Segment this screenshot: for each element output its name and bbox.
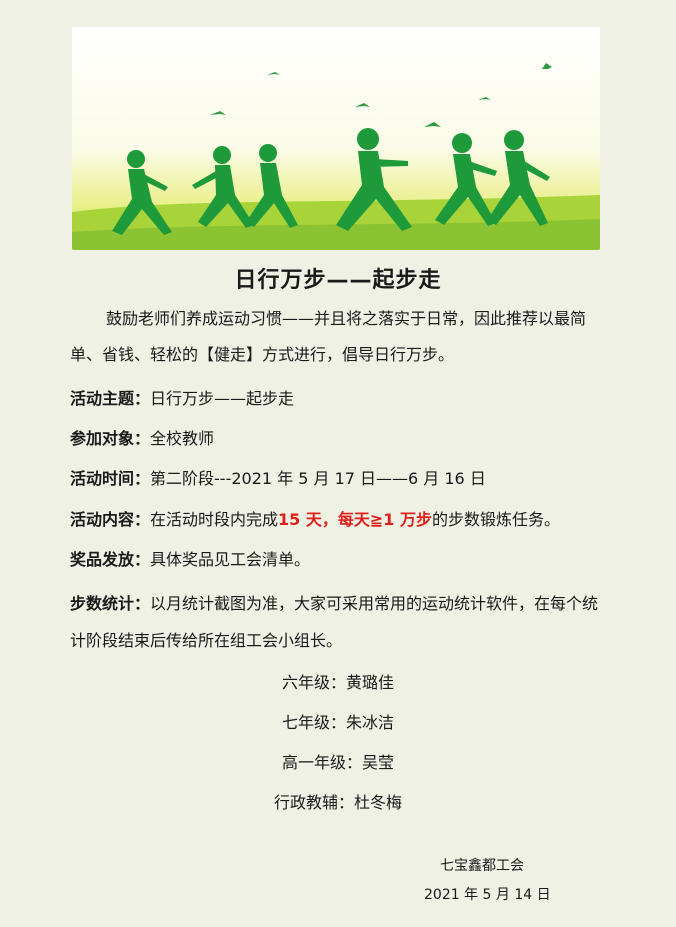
item-value-after: 的步数锻炼任务。 <box>431 510 560 529</box>
contact-grade7: 七年级：朱冰洁 <box>281 713 394 732</box>
item-label: 奖品发放： <box>70 550 151 569</box>
contact-grade6: 六年级：黄璐佳 <box>281 673 394 692</box>
signature-org: 七宝鑫都工会 <box>440 858 524 874</box>
item-label: 活动时间： <box>70 469 151 488</box>
item-value-before: 在活动时段内完成 <box>150 510 279 529</box>
item-value: 具体奖品见工会清单。 <box>150 550 311 569</box>
intro-paragraph: 鼓励老师们养成运动习惯——并且将之落实于日常，因此推荐以最简单、省钱、轻松的【健… <box>70 309 587 364</box>
item-value: 日行万步——起步走 <box>150 389 295 408</box>
contact-grade10: 高一年级：吴莹 <box>281 753 394 772</box>
item-label: 步数统计： <box>70 594 151 613</box>
item-time: 活动时间：第二阶段---2021 年 5 月 17 日——6 月 16 日 <box>70 467 630 491</box>
page-title: 日行万步——起步走 <box>234 268 442 293</box>
signature-date: 2021 年 5 月 14 日 <box>424 887 551 903</box>
walking-banner-image <box>72 27 600 250</box>
item-content: 活动内容：在活动时段内完成15 天，每天≧1 万步的步数锻炼任务。 <box>70 508 630 532</box>
item-value: 以月统计截图为准，大家可采用常用的运动统计软件，在每个统计阶段结束后传给所在组工… <box>70 594 599 650</box>
item-value: 全校教师 <box>150 429 215 448</box>
item-prize: 奖品发放：具体奖品见工会清单。 <box>70 548 630 572</box>
item-label: 活动内容： <box>70 510 151 529</box>
item-value: 第二阶段---2021 年 5 月 17 日——6 月 16 日 <box>150 469 486 488</box>
contact-admin: 行政教辅：杜冬梅 <box>273 793 402 812</box>
item-participants: 参加对象：全校教师 <box>70 427 630 451</box>
item-value-highlight: 15 天，每天≧1 万步 <box>278 510 432 529</box>
item-step-stats: 步数统计：以月统计截图为准，大家可采用常用的运动统计软件，在每个统计阶段结束后传… <box>70 585 610 659</box>
item-theme: 活动主题：日行万步——起步走 <box>70 387 630 411</box>
item-label: 活动主题： <box>70 389 151 408</box>
item-label: 参加对象： <box>70 429 151 448</box>
